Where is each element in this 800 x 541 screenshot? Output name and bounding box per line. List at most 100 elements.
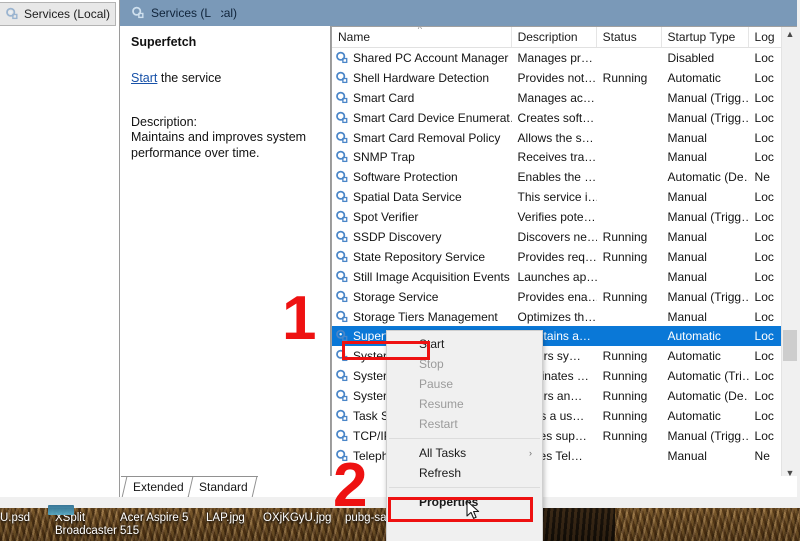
taskbar-thumbnail-icon [48, 505, 74, 515]
service-name-label: Still Image Acquisition Events [353, 269, 510, 284]
table-row[interactable]: Smart Card Device Enumerat… Creates soft…… [332, 108, 797, 128]
table-row[interactable]: Shell Hardware Detection Provides not… Run… [332, 68, 797, 88]
service-gear-icon-row [335, 131, 349, 145]
service-gear-icon-row [335, 389, 349, 403]
service-gear-icon-row [335, 409, 349, 423]
detail-pane-body: Superfetch Start the service Description… [120, 26, 331, 497]
start-service-link[interactable]: Start [131, 71, 157, 85]
table-row[interactable]: SNMP Trap Receives tra… Manual Loc [332, 147, 797, 167]
context-menu-item-refresh[interactable]: Refresh [387, 463, 542, 483]
taskbar-item[interactable]: U.psd [0, 512, 30, 525]
cell-startup-type: Manual (Trigg… [667, 289, 749, 304]
detail-pane-header: Services (Local) [120, 0, 331, 26]
cell-service-name: Spatial Data Service [332, 190, 512, 204]
taskbar-item[interactable]: OXjKGyU.jpg [263, 512, 331, 525]
taskbar-item-label: U.psd [0, 512, 31, 524]
list-vertical-scrollbar[interactable]: ▲ ▼ [781, 27, 797, 481]
context-menu-item-pause: Pause [387, 374, 542, 394]
service-name-label: SNMP Trap [353, 150, 415, 165]
service-gear-icon-row [335, 250, 349, 264]
cell-startup-type: Manual [667, 269, 707, 284]
tab-extended[interactable]: Extended [121, 476, 194, 496]
table-row[interactable]: Smart Card Removal Policy Allows the s… Ma… [332, 128, 797, 148]
taskbar-item[interactable]: Acer Aspire 5 515 [120, 512, 188, 538]
cell-status: Running [602, 289, 648, 304]
taskbar-item-sublabel: 515 [120, 525, 140, 537]
service-name-label: Task S [353, 408, 390, 423]
column-header-logon-label: Log [754, 30, 775, 44]
cell-startup-type: Automatic [667, 329, 721, 344]
table-row[interactable]: Software Protection Enables the … Automati… [332, 167, 797, 187]
table-row[interactable]: Smart Card Manages ac… Manual (Trigg… Loc [332, 88, 797, 108]
cell-startup-type: Manual (Trigg… [667, 428, 749, 443]
table-row[interactable]: Still Image Acquisition Events Launches a… [332, 267, 797, 287]
service-gear-icon-row [335, 230, 349, 244]
column-header-startup-type[interactable]: Startup Type [662, 27, 749, 47]
cell-startup-type: Automatic (De… [667, 389, 749, 404]
table-row[interactable]: Storage Tiers Management Optimizes th… Man… [332, 307, 797, 327]
service-gear-icon-header [131, 6, 145, 20]
cell-status: Running [602, 249, 648, 264]
service-gear-icon-row [335, 349, 349, 363]
console-tree-item-services-local[interactable]: Services (Local) [0, 2, 116, 26]
service-context-menu[interactable]: Start Stop Pause Resume Restart All Tasks › Ref… [386, 330, 543, 541]
cell-startup-type: Manual [667, 130, 707, 145]
tab-standard[interactable]: Standard [187, 476, 258, 496]
table-row[interactable]: State Repository Service Provides req… Run… [332, 247, 797, 267]
vertical-scroll-thumb[interactable] [783, 330, 797, 361]
cell-startup-type: Automatic [667, 70, 721, 85]
table-row[interactable]: Spot Verifier Verifies pote… Manual (Trigg… [332, 207, 797, 227]
scroll-up-arrow-icon[interactable]: ▲ [782, 27, 797, 42]
table-row[interactable]: Storage Service Provides ena… Running Manua… [332, 287, 797, 307]
service-gear-icon-row [335, 369, 349, 383]
cell-service-name: Smart Card [332, 91, 512, 105]
cell-status: Running [602, 349, 648, 364]
cell-description: Manages ac… [517, 90, 595, 105]
cell-description: Provides req… [517, 249, 597, 264]
cell-description: Discovers ne… [517, 229, 597, 244]
column-header-status[interactable]: Status [597, 27, 662, 47]
context-menu-item-label: All Tasks [419, 446, 467, 460]
console-tree-item-label: Services (Local) [24, 7, 111, 21]
cell-startup-type: Manual [667, 309, 707, 324]
table-row[interactable]: Spatial Data Service This service i… Manua… [332, 187, 797, 207]
service-name-label: Storage Tiers Management [353, 309, 498, 324]
cell-startup-type: Manual [667, 249, 707, 264]
cell-service-name: Spot Verifier [332, 210, 512, 224]
table-row[interactable]: Shared PC Account Manager Manages pr… Disa… [332, 48, 797, 68]
cell-service-name: SNMP Trap [332, 150, 512, 164]
mouse-cursor [466, 500, 482, 527]
column-header-name-label: Name [338, 30, 371, 44]
context-menu-item-all-tasks[interactable]: All Tasks › [387, 443, 542, 463]
detail-pane-header-title: Services (Local) [151, 6, 238, 20]
cell-startup-type: Manual [667, 229, 707, 244]
cell-service-name: Smart Card Removal Policy [332, 131, 512, 145]
column-header-name[interactable]: ^ Name [332, 27, 512, 47]
console-tree-body [0, 27, 119, 497]
service-name-label: Shared PC Account Manager [353, 50, 509, 65]
taskbar-item-sublabel: Broadcaster [55, 525, 118, 537]
service-name-label: Smart Card Device Enumerat… [353, 110, 512, 125]
service-gear-icon-row [335, 170, 349, 184]
service-name-label: Syster [353, 349, 388, 364]
submenu-chevron-icon: › [529, 448, 532, 458]
service-gear-icon-row [335, 329, 349, 343]
cell-description: Launches ap… [517, 269, 597, 284]
service-action-suffix: the service [157, 71, 222, 85]
context-menu-item-start[interactable]: Start [387, 334, 542, 354]
service-name-label: Software Protection [353, 170, 458, 185]
cell-description: Creates soft… [517, 110, 595, 125]
service-name-label: State Repository Service [353, 249, 486, 264]
table-row[interactable]: SSDP Discovery Discovers ne… Running Manual… [332, 227, 797, 247]
column-header-description[interactable]: Description [512, 27, 597, 47]
service-detail-pane: Services (Local) Superfetch Start the se… [120, 0, 331, 497]
description-text: Maintains and improves system performanc… [131, 130, 307, 160]
context-menu-item-properties[interactable]: Properties [387, 492, 542, 512]
annotation-step-1: 1 [282, 284, 317, 353]
taskbar-item[interactable]: LAP.jpg [206, 512, 245, 525]
context-menu-item-label: Stop [419, 357, 444, 371]
cell-service-name: Software Protection [332, 170, 512, 184]
cell-description: Enables the … [517, 170, 597, 185]
taskbar-item[interactable]: XSplit Broadcaster [55, 512, 117, 538]
taskbar-item-label: LAP.jpg [206, 512, 245, 524]
